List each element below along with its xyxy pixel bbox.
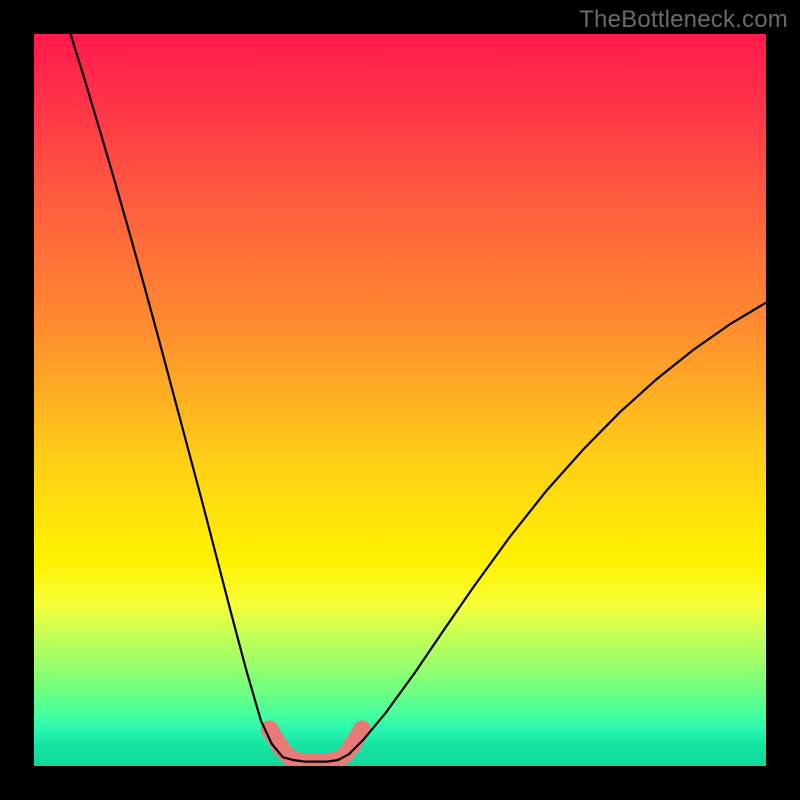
chart-frame: TheBottleneck.com <box>0 0 800 800</box>
plot-area <box>34 34 766 766</box>
curve-layer <box>34 34 766 766</box>
marker-dot <box>261 720 279 738</box>
watermark-text: TheBottleneck.com <box>579 6 788 34</box>
marker-dot <box>353 720 371 738</box>
main-curve-right <box>338 303 766 761</box>
main-curve-left <box>71 34 294 760</box>
